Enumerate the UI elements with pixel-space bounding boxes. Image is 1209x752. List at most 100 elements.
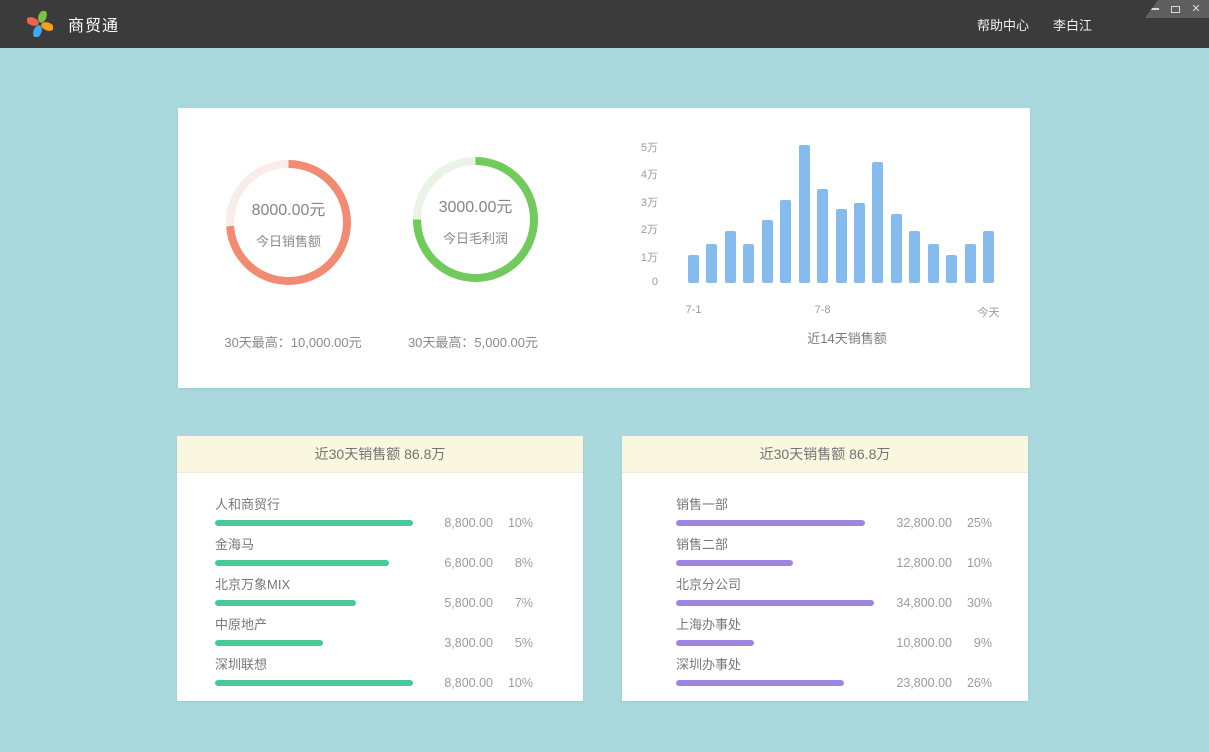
y-tick-label: 1万 <box>578 249 658 265</box>
user-menu[interactable]: 李白江 <box>1053 15 1092 34</box>
maximize-icon[interactable] <box>1169 3 1181 15</box>
chart-bar <box>946 255 957 283</box>
customer-ranking-list: 人和商贸行 8,800.0010% 金海马 6,800.008% 北京万象MIX… <box>177 473 583 692</box>
customer-name: 人和商贸行 <box>215 494 280 513</box>
progress-bar <box>215 600 356 606</box>
amount: 32,800.00 <box>892 516 952 530</box>
progress-bar <box>676 520 865 526</box>
list-item: 中原地产 3,800.00 5% <box>215 612 533 652</box>
percent: 5% <box>503 636 533 650</box>
percent: 25% <box>962 516 992 530</box>
department-name: 销售二部 <box>676 534 728 553</box>
list-item: 北京分公司 34,800.0030% <box>676 572 992 612</box>
pinwheel-logo-icon <box>27 11 53 37</box>
percent: 30% <box>962 596 992 610</box>
list-item: 人和商贸行 8,800.00 10% <box>215 492 533 532</box>
progress-bar <box>676 640 754 646</box>
percent: 26% <box>962 676 992 690</box>
list-item: 销售一部 32,800.00 25% <box>676 492 992 532</box>
today-profit-donut: 3000.00元 今日毛利润 <box>413 157 538 282</box>
chart-bar <box>909 231 920 283</box>
chart-bar <box>836 209 847 283</box>
progress-bar <box>215 560 389 566</box>
department-ranking-list: 销售一部 32,800.00 25% 销售二部 12,800.00 10% 北京分公… <box>622 473 1028 692</box>
chart-bar <box>780 200 791 283</box>
chart-bar <box>854 203 865 283</box>
today-profit-30d-max: 30天最高：5,000.00元 <box>358 332 588 351</box>
chart-bar <box>891 214 902 283</box>
percent: 10% <box>503 516 533 530</box>
y-tick-label: 5万 <box>578 139 658 155</box>
close-icon[interactable]: ✕ <box>1190 3 1202 15</box>
chart-bar <box>762 220 773 283</box>
percent: 8% <box>503 556 533 570</box>
progress-bar <box>215 520 413 526</box>
today-sales-value: 8000.00元 <box>252 196 326 220</box>
progress-bar <box>676 680 844 686</box>
department-ranking-title: 近30天销售额 86.8万 <box>622 436 1028 473</box>
chart-bar <box>799 145 810 283</box>
titlebar: 商贸通 帮助中心 李白江 ✕ <box>0 0 1209 48</box>
window-controls: ✕ <box>1145 0 1209 18</box>
list-item: 金海马 6,800.00 8% <box>215 532 533 572</box>
today-profit-label: 今日毛利润 <box>443 228 508 247</box>
progress-bar <box>215 640 323 646</box>
amount: 10,800.00 <box>892 636 952 650</box>
y-tick-label: 2万 <box>578 221 658 237</box>
percent: 10% <box>503 676 533 690</box>
amount: 6,800.00 <box>433 556 493 570</box>
chart-bar <box>965 244 976 283</box>
y-tick-label: 0 <box>578 276 658 288</box>
today-sales-donut-center: 8000.00元 今日销售额 <box>234 168 343 277</box>
minimize-icon[interactable] <box>1148 3 1160 15</box>
chart-bar <box>688 255 699 283</box>
amount: 8,800.00 <box>433 676 493 690</box>
chart-bars <box>688 143 994 283</box>
chart-bar <box>725 231 736 283</box>
x-tick-label: 7-8 <box>783 304 863 316</box>
chart-bar <box>817 189 828 283</box>
amount: 3,800.00 <box>433 636 493 650</box>
chart-bar <box>928 244 939 283</box>
help-center-link[interactable]: 帮助中心 <box>977 15 1029 34</box>
customer-name: 金海马 <box>215 534 254 553</box>
customer-ranking-title: 近30天销售额 86.8万 <box>177 436 583 473</box>
customer-ranking-card: 近30天销售额 86.8万 人和商贸行 8,800.00 10% 金海马 6,80… <box>177 436 583 701</box>
department-name: 北京分公司 <box>676 574 741 593</box>
x-tick-label: 7-1 <box>654 304 734 316</box>
percent: 7% <box>503 596 533 610</box>
chart-bar <box>743 244 754 283</box>
customer-name: 中原地产 <box>215 614 267 633</box>
list-item: 北京万象MIX 5,800.007% <box>215 572 533 612</box>
amount: 12,800.00 <box>892 556 952 570</box>
app-title: 商贸通 <box>68 12 119 36</box>
today-profit-value: 3000.00元 <box>439 193 513 217</box>
customer-name: 深圳联想 <box>215 654 267 673</box>
overview-card: 8000.00元 今日销售额 30天最高：10,000.00元 3000.00元… <box>178 108 1030 388</box>
chart-bar <box>706 244 717 283</box>
app-window: 商贸通 帮助中心 李白江 ✕ 8000.00元 今日销售额 30天最高：10,0… <box>0 0 1209 752</box>
progress-bar <box>676 600 874 606</box>
progress-bar <box>215 680 413 686</box>
list-item: 上海办事处 10,800.00 9% <box>676 612 992 652</box>
department-name: 深圳办事处 <box>676 654 741 673</box>
chart-bar <box>983 231 994 283</box>
chart-bar <box>872 162 883 283</box>
percent: 10% <box>962 556 992 570</box>
progress-bar <box>676 560 793 566</box>
list-item: 深圳联想 8,800.00 10% <box>215 652 533 692</box>
chart-title: 近14天销售额 <box>747 328 947 347</box>
amount: 5,800.00 <box>433 596 493 610</box>
y-tick-label: 3万 <box>578 194 658 210</box>
today-sales-donut: 8000.00元 今日销售额 <box>226 160 351 285</box>
y-tick-label: 4万 <box>578 166 658 182</box>
department-name: 销售一部 <box>676 494 728 513</box>
amount: 23,800.00 <box>892 676 952 690</box>
percent: 9% <box>962 636 992 650</box>
x-tick-label: 今天 <box>949 304 1029 320</box>
list-item: 销售二部 12,800.00 10% <box>676 532 992 572</box>
department-ranking-card: 近30天销售额 86.8万 销售一部 32,800.00 25% 销售二部 12,… <box>622 436 1028 701</box>
today-profit-donut-center: 3000.00元 今日毛利润 <box>421 165 530 274</box>
department-name: 上海办事处 <box>676 614 741 633</box>
amount: 8,800.00 <box>433 516 493 530</box>
